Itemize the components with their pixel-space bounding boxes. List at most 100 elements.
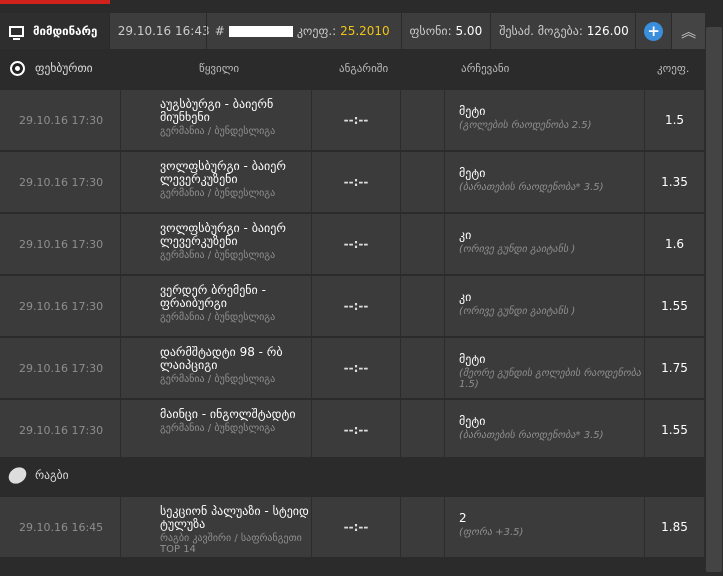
match-name[interactable]: სეკციონ პალუაზი - სტეიდ ტულუზა <box>160 505 311 531</box>
ticket-prefix: # <box>214 24 225 38</box>
pick-name: მეტი <box>459 166 486 180</box>
league-name: გერმანია / ბუნდესლიგა <box>160 374 276 385</box>
column-header-pick: არჩევანი <box>461 61 510 75</box>
event-cell: მაინცი - ინგოლშტადტი გერმანია / ბუნდესლიგ… <box>121 400 312 460</box>
pick-description: (ორივე გუნდი გაიტანს ) <box>459 244 576 255</box>
pick-name: კი <box>459 290 472 304</box>
event-cell: სეკციონ პალუაზი - სტეიდ ტულუზა რაგბი კავშ… <box>121 497 312 557</box>
pick-cell: მეტი (გოლების რაოდენობა 2.5) <box>445 90 645 150</box>
spacer-cell <box>401 497 445 557</box>
event-time: 29.10.16 17:30 <box>0 152 121 212</box>
bet-row[interactable]: 29.10.16 17:30 დარმშტადტი 98 - რბ ლაიპციგ… <box>0 337 705 398</box>
match-name[interactable]: ვერდერ ბრემენი - ფრაიბურგი <box>160 284 311 310</box>
coef-value: 25.2010 <box>340 24 390 38</box>
slip-datetime: 29.10.16 16:43 <box>108 13 210 49</box>
score: --:-- <box>312 400 401 460</box>
redacted-ticket-number <box>228 25 293 37</box>
pick-description: (ორივე გუნდი გაიტანს ) <box>459 306 576 317</box>
odds-value: 1.6 <box>645 214 705 274</box>
bet-slip-header: მიმდინარე 29.10.16 16:43 # კოეფ.: 25.201… <box>0 13 705 49</box>
league-name: გერმანია / ბუნდესლიგა <box>160 423 276 434</box>
score: --:-- <box>312 338 401 398</box>
odds-value: 1.55 <box>645 276 705 336</box>
plus-icon: + <box>644 21 664 41</box>
spacer-cell <box>401 214 445 274</box>
section-header: ფეხბურთი წყვილი ანგარიში არჩევანი კოეფ. <box>0 50 705 86</box>
pick-name: მეტი <box>459 414 486 428</box>
league-name: გერმანია / ბუნდესლიგა <box>160 312 276 323</box>
section-name: ფეხბურთი <box>35 61 93 75</box>
scrollbar-thumb[interactable] <box>706 27 722 572</box>
odds-value: 1.85 <box>645 497 705 557</box>
column-header-event: წყვილი <box>199 61 240 75</box>
pick-name: კი <box>459 228 472 242</box>
possible-win-value: 126.00 <box>586 24 629 38</box>
event-time: 29.10.16 17:30 <box>0 400 121 460</box>
event-time: 29.10.16 17:30 <box>0 90 121 150</box>
section-title: რაგბი <box>0 463 158 487</box>
pick-name: მეტი <box>459 104 486 118</box>
pick-description: (ფორა +3.5) <box>459 527 524 538</box>
pick-cell: მეტი (მეორე გუნდის გოლების რაოდენობა 1.5) <box>445 338 645 398</box>
match-name[interactable]: ვოლფსბურგი - ბაიერ ლევერკუზენი <box>160 160 311 186</box>
rugby-ball-icon <box>5 463 30 487</box>
bet-row[interactable]: 29.10.16 17:30 ვოლფსბურგი - ბაიერ ლევერკუ… <box>0 213 705 274</box>
monitor-icon <box>9 25 24 40</box>
spacer-cell <box>401 276 445 336</box>
match-name[interactable]: აუგსბურგი - ბაიერნ მიუნხენი <box>160 98 311 124</box>
column-header-odds: კოეფ. <box>657 61 690 75</box>
match-name[interactable]: დარმშტადტი 98 - რბ ლაიპციგი <box>160 346 311 372</box>
section-header: რაგბი <box>0 457 705 493</box>
odds-value: 1.55 <box>645 400 705 460</box>
spacer-cell <box>401 338 445 398</box>
pick-name: 2 <box>459 511 467 525</box>
section-name: რაგბი <box>35 468 69 482</box>
bet-row[interactable]: 29.10.16 16:45 სეკციონ პალუაზი - სტეიდ ტუ… <box>0 496 705 557</box>
event-cell: აუგსბურგი - ბაიერნ მიუნხენი გერმანია / ბუ… <box>121 90 312 150</box>
event-time: 29.10.16 17:30 <box>0 338 121 398</box>
top-strip <box>0 0 723 4</box>
live-tab-label: მიმდინარე <box>33 24 98 38</box>
event-time: 29.10.16 17:30 <box>0 276 121 336</box>
live-tab[interactable]: მიმდინარე <box>0 13 109 49</box>
odds-value: 1.35 <box>645 152 705 212</box>
score: --:-- <box>312 497 401 557</box>
league-name: გერმანია / ბუნდესლიგა <box>160 250 276 261</box>
column-header-score: ანგარიში <box>339 61 389 75</box>
event-cell: ვოლფსბურგი - ბაიერ ლევერკუზენი გერმანია /… <box>121 214 312 274</box>
event-cell: ვოლფსბურგი - ბაიერ ლევერკუზენი გერმანია /… <box>121 152 312 212</box>
spacer-cell <box>401 152 445 212</box>
pick-cell: მეტი (ბარათების რაოდენობა* 3.5) <box>445 400 645 460</box>
event-cell: დარმშტადტი 98 - რბ ლაიპციგი გერმანია / ბუ… <box>121 338 312 398</box>
coef-label: კოეფ.: <box>296 24 337 38</box>
odds-value: 1.5 <box>645 90 705 150</box>
pick-cell: მეტი (ბარათების რაოდენობა* 3.5) <box>445 152 645 212</box>
score: --:-- <box>312 214 401 274</box>
bet-row[interactable]: 29.10.16 17:30 აუგსბურგი - ბაიერნ მიუნხენ… <box>0 89 705 150</box>
soccer-ball-icon <box>10 60 25 76</box>
score: --:-- <box>312 90 401 150</box>
pick-description: (მეორე გუნდის გოლების რაოდენობა 1.5) <box>459 368 641 390</box>
stake-label: ფსონი: <box>409 24 452 38</box>
pick-cell: კი (ორივე გუნდი გაიტანს ) <box>445 214 645 274</box>
stake-value: 5.00 <box>455 24 483 38</box>
bet-row[interactable]: 29.10.16 17:30 მაინცი - ინგოლშტადტი გერმან… <box>0 399 705 460</box>
scrollbar[interactable] <box>705 13 723 576</box>
league-name: გერმანია / ბუნდესლიგა <box>160 126 276 137</box>
possible-win-info: შესაძ. მოგება: 126.00 <box>490 13 635 49</box>
bet-row[interactable]: 29.10.16 17:30 ვოლფსბურგი - ბაიერ ლევერკუ… <box>0 151 705 212</box>
match-name[interactable]: ვოლფსბურგი - ბაიერ ლევერკუზენი <box>160 222 311 248</box>
event-cell: ვერდერ ბრემენი - ფრაიბურგი გერმანია / ბუნ… <box>121 276 312 336</box>
collapse-button[interactable]: ︽ <box>671 13 705 49</box>
add-button[interactable]: + <box>635 13 671 49</box>
spacer-cell <box>401 400 445 460</box>
match-name[interactable]: მაინცი - ინგოლშტადტი <box>160 408 311 421</box>
score: --:-- <box>312 152 401 212</box>
pick-cell: კი (ორივე გუნდი გაიტანს ) <box>445 276 645 336</box>
spacer-cell <box>401 90 445 150</box>
event-time: 29.10.16 17:30 <box>0 214 121 274</box>
pick-name: მეტი <box>459 352 486 366</box>
odds-value: 1.75 <box>645 338 705 398</box>
ticket-info: # კოეფ.: 25.2010 <box>205 13 401 49</box>
bet-row[interactable]: 29.10.16 17:30 ვერდერ ბრემენი - ფრაიბურგი… <box>0 275 705 336</box>
